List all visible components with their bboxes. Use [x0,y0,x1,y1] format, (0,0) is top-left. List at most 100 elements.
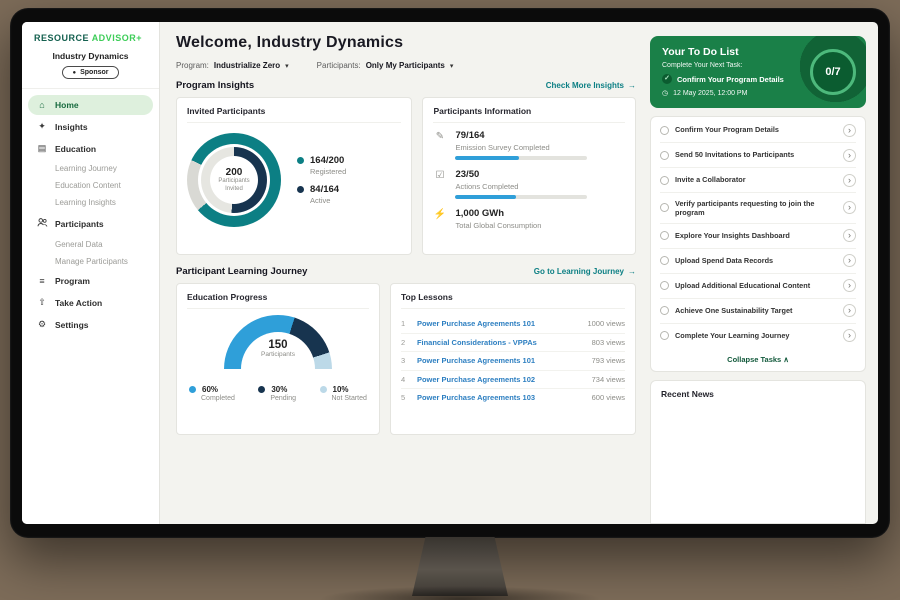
task-row-send-invitations[interactable]: Send 50 Invitations to Participants › [660,143,856,168]
chevron-right-icon[interactable]: › [843,124,856,137]
sidebar-item-insights[interactable]: ✦ Insights [28,116,153,137]
lesson-link[interactable]: Power Purchase Agreements 103 [417,393,584,402]
logo-part2: ADVISOR+ [92,33,142,43]
take-action-icon: ⇧ [36,297,48,308]
task-checkbox[interactable] [660,231,669,240]
todo-header-card: Your To Do List Complete Your Next Task:… [650,36,866,108]
sidebar-item-manage-participants[interactable]: Manage Participants [22,253,159,270]
task-row-invite-collaborator[interactable]: Invite a Collaborator › [660,168,856,193]
lesson-link[interactable]: Power Purchase Agreements 102 [417,375,584,384]
chevron-right-icon[interactable]: › [843,304,856,317]
sidebar-item-participants[interactable]: Participants [28,212,153,235]
collapse-tasks-link[interactable]: Collapse Tasks ∧ [660,348,856,370]
task-checkbox[interactable] [660,176,669,185]
sidebar-item-home[interactable]: ⌂ Home [28,95,153,115]
sidebar-nav: ⌂ Home ✦ Insights ▤ Education Learning J… [22,88,159,336]
monitor-bezel: RESOURCE ADVISOR+ Industry Dynamics ● Sp… [10,8,890,538]
education-legend: 60% Completed 30% Pending 10% Not Starte… [187,385,369,402]
logo-part1: RESOURCE [34,33,89,43]
sidebar-item-education[interactable]: ▤ Education [28,138,153,159]
task-row-complete-learning-journey[interactable]: Complete Your Learning Journey › [660,324,856,348]
task-row-upload-educational-content[interactable]: Upload Additional Educational Content › [660,274,856,299]
task-checkbox[interactable] [660,306,669,315]
todo-panel: Your To Do List Complete Your Next Task:… [648,22,878,524]
survey-progress-bar [455,156,587,160]
sidebar-item-general-data[interactable]: General Data [22,236,159,253]
energy-bulb-icon: ⚡ [433,208,446,234]
arrow-right-icon: → [628,267,636,276]
info-row-consumption: ⚡ 1,000 GWh Total Global Consumption [433,208,625,234]
todo-due-date: ◷ 12 May 2025, 12:00 PM [662,89,802,97]
section-title: Program Insights [176,80,254,91]
chevron-right-icon[interactable]: › [843,149,856,162]
legend-registered: 164/200 Registered [297,155,346,176]
sidebar-item-learning-insights[interactable]: Learning Insights [22,194,159,211]
task-checkbox[interactable] [660,151,669,160]
task-checkbox[interactable] [660,331,669,340]
chevron-right-icon[interactable]: › [843,254,856,267]
insights-cards-row: Invited Participants 200 Participants In… [176,97,636,255]
task-checkbox[interactable] [660,203,669,212]
education-gauge: 150 Participants [224,315,332,375]
invited-donut-center: 200 Participants Invited [210,156,258,204]
legend-completed: 60% Completed [189,385,235,402]
survey-icon: ✎ [433,130,446,160]
todo-tasks-card: Confirm Your Program Details › Send 50 I… [650,116,866,372]
lesson-row: 3 Power Purchase Agreements 101 793 view… [401,352,625,371]
check-more-insights-link[interactable]: Check More Insights → [546,81,636,90]
teal-dot-icon [297,157,304,164]
actions-checklist-icon: ☑ [433,169,446,199]
todo-subtitle: Complete Your Next Task: [662,62,802,69]
task-checkbox[interactable] [660,126,669,135]
todo-next-task: ✓ Confirm Your Program Details [662,74,802,84]
lesson-row: 2 Financial Considerations - VPPAs 803 v… [401,334,625,353]
task-row-verify-participants[interactable]: Verify participants requesting to join t… [660,193,856,224]
app-logo: RESOURCE ADVISOR+ [22,22,159,49]
program-insights-header: Program Insights Check More Insights → [176,80,636,91]
sponsor-badge: ● Sponsor [62,66,118,79]
invited-donut-ring-inner: 200 Participants Invited [201,147,267,213]
learning-journey-header: Participant Learning Journey Go to Learn… [176,266,636,277]
chevron-right-icon[interactable]: › [843,279,856,292]
gauge-center: 150 Participants [224,339,332,358]
participants-filter[interactable]: Participants: Only My Participants ▾ [317,61,454,70]
sidebar-item-learning-journey[interactable]: Learning Journey [22,160,159,177]
settings-gear-icon: ⚙ [36,319,48,330]
monitor-stand-shadow [320,586,600,600]
chevron-right-icon[interactable]: › [843,229,856,242]
education-icon: ▤ [36,143,48,154]
task-row-achieve-target[interactable]: Achieve One Sustainability Target › [660,299,856,324]
chevron-up-icon: ∧ [783,355,789,364]
sidebar-item-education-content[interactable]: Education Content [22,177,159,194]
card-title: Invited Participants [187,106,401,123]
recent-news-card: Recent News [650,380,866,524]
chevron-right-icon[interactable]: › [843,201,856,214]
lesson-link[interactable]: Financial Considerations - VPPAs [417,338,584,347]
sidebar-item-take-action[interactable]: ⇧ Take Action [28,292,153,313]
task-row-confirm-program[interactable]: Confirm Your Program Details › [660,118,856,143]
go-to-learning-journey-link[interactable]: Go to Learning Journey → [534,267,636,276]
task-row-explore-insights[interactable]: Explore Your Insights Dashboard › [660,224,856,249]
sidebar-item-settings[interactable]: ⚙ Settings [28,314,153,335]
lesson-link[interactable]: Power Purchase Agreements 101 [417,319,580,328]
card-title: Participants Information [433,106,625,123]
education-progress-card: Education Progress 150 Participants [176,283,380,435]
task-checkbox[interactable] [660,281,669,290]
filter-bar: Program: Industrialize Zero ▾ Participan… [176,61,636,70]
chevron-right-icon[interactable]: › [843,174,856,187]
top-lessons-card: Top Lessons 1 Power Purchase Agreements … [390,283,636,435]
legend-pending: 30% Pending [258,385,296,402]
chevron-right-icon[interactable]: › [843,329,856,342]
todo-title: Your To Do List [662,46,802,58]
legend-active: 84/164 Active [297,184,346,205]
sidebar-item-program[interactable]: ≡ Program [28,271,153,291]
task-row-upload-spend-data[interactable]: Upload Spend Data Records › [660,249,856,274]
org-name: Industry Dynamics [22,51,159,61]
lesson-row: 1 Power Purchase Agreements 101 1000 vie… [401,315,625,334]
chevron-down-icon: ▾ [450,62,454,70]
task-checkbox[interactable] [660,256,669,265]
lesson-link[interactable]: Power Purchase Agreements 101 [417,356,584,365]
invited-donut-ring-outer: 200 Participants Invited [187,133,281,227]
home-icon: ⌂ [36,100,48,110]
program-filter[interactable]: Program: Industrialize Zero ▾ [176,61,289,70]
